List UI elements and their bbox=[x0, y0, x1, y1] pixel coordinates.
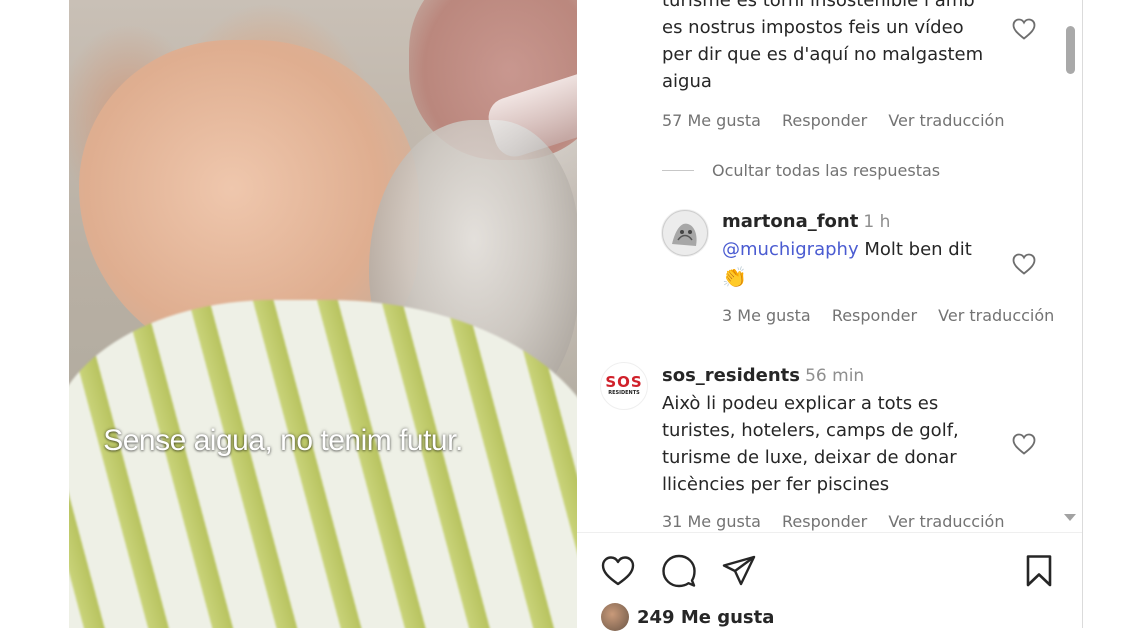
reply-button[interactable]: Responder bbox=[782, 512, 867, 531]
reply-likes-count[interactable]: 3 Me gusta bbox=[722, 306, 811, 325]
heart-icon[interactable] bbox=[600, 553, 636, 589]
comment-line: aigua bbox=[662, 71, 712, 92]
post-side-panel: turisme es torni insostenible i amb es n… bbox=[577, 0, 1083, 631]
avatar-illustration-icon bbox=[663, 211, 707, 255]
comment-likes-count[interactable]: 57 Me gusta bbox=[662, 111, 761, 130]
comment-like-heart-icon[interactable] bbox=[1012, 18, 1036, 40]
reply-text: @muchigraphy Molt ben dit 👏 bbox=[722, 236, 1012, 291]
scrollbar-thumb[interactable] bbox=[1066, 26, 1075, 74]
reply-body: Molt ben dit bbox=[864, 239, 972, 260]
reply-like-heart-icon[interactable] bbox=[1012, 253, 1036, 275]
comment-header: sos_residents 56 min bbox=[662, 365, 864, 386]
likes-count[interactable]: 249 Me gusta bbox=[637, 607, 774, 628]
replies-divider-line bbox=[662, 170, 694, 171]
comment-meta: 31 Me gusta Responder Ver traducción bbox=[662, 512, 1020, 531]
reply-mention-link[interactable]: @muchigraphy bbox=[722, 239, 859, 260]
comment-line: es nostrus impostos feis un vídeo bbox=[662, 17, 964, 38]
video-caption: Sense aigua, no tenim futur. bbox=[103, 424, 463, 457]
comment-line: Això li podeu explicar a tots es bbox=[662, 393, 939, 414]
translate-button[interactable]: Ver traducción bbox=[888, 512, 1004, 531]
comment-line: llicències per fer piscines bbox=[662, 474, 890, 495]
reply-time[interactable]: 1 h bbox=[863, 212, 890, 232]
comment-line: turistes, hotelers, camps de golf, bbox=[662, 420, 959, 441]
comment-line: turisme de luxe, deixar de donar bbox=[662, 447, 957, 468]
hide-replies-button[interactable]: Ocultar todas las respuestas bbox=[712, 161, 940, 180]
comments-list[interactable]: turisme es torni insostenible i amb es n… bbox=[577, 0, 1082, 532]
comment-line: turisme es torni insostenible i amb bbox=[662, 0, 975, 11]
comment-meta: 57 Me gusta Responder Ver traducción bbox=[662, 111, 1020, 130]
reply-header: martona_font 1 h bbox=[722, 211, 890, 232]
post-video[interactable]: Sense aigua, no tenim futur. bbox=[69, 0, 577, 628]
video-frame-shirt bbox=[69, 300, 577, 628]
sos-logo-subtext: RESIDENTS bbox=[608, 390, 640, 396]
comment-text: turisme es torni insostenible i amb es n… bbox=[662, 0, 1042, 95]
reply-meta: 3 Me gusta Responder Ver traducción bbox=[722, 306, 1070, 325]
reply-button[interactable]: Responder bbox=[782, 111, 867, 130]
reply-button[interactable]: Responder bbox=[832, 306, 917, 325]
sos-logo-text: SOS bbox=[605, 373, 643, 391]
comment-like-heart-icon[interactable] bbox=[1012, 433, 1036, 455]
likes-summary[interactable]: 249 Me gusta bbox=[601, 603, 774, 631]
comment-icon[interactable] bbox=[661, 553, 697, 589]
bookmark-icon[interactable] bbox=[1021, 553, 1057, 589]
comment-time[interactable]: 56 min bbox=[805, 366, 864, 386]
translate-button[interactable]: Ver traducción bbox=[888, 111, 1004, 130]
liker-avatar bbox=[601, 603, 629, 631]
reply-username[interactable]: martona_font bbox=[722, 211, 858, 232]
clapping-hands-emoji: 👏 bbox=[722, 265, 747, 289]
comment-username[interactable]: sos_residents bbox=[662, 365, 800, 386]
avatar[interactable] bbox=[661, 209, 709, 257]
paper-plane-icon[interactable] bbox=[721, 553, 757, 589]
comment-text: Això li podeu explicar a tots es turiste… bbox=[662, 390, 1002, 498]
translate-button[interactable]: Ver traducción bbox=[938, 306, 1054, 325]
scroll-down-arrow-icon[interactable] bbox=[1064, 514, 1076, 521]
section-divider bbox=[577, 532, 1082, 533]
comment-likes-count[interactable]: 31 Me gusta bbox=[662, 512, 761, 531]
avatar[interactable]: SOS RESIDENTS bbox=[600, 362, 648, 410]
comment-line: per dir que es d'aquí no malgastem bbox=[662, 44, 984, 65]
